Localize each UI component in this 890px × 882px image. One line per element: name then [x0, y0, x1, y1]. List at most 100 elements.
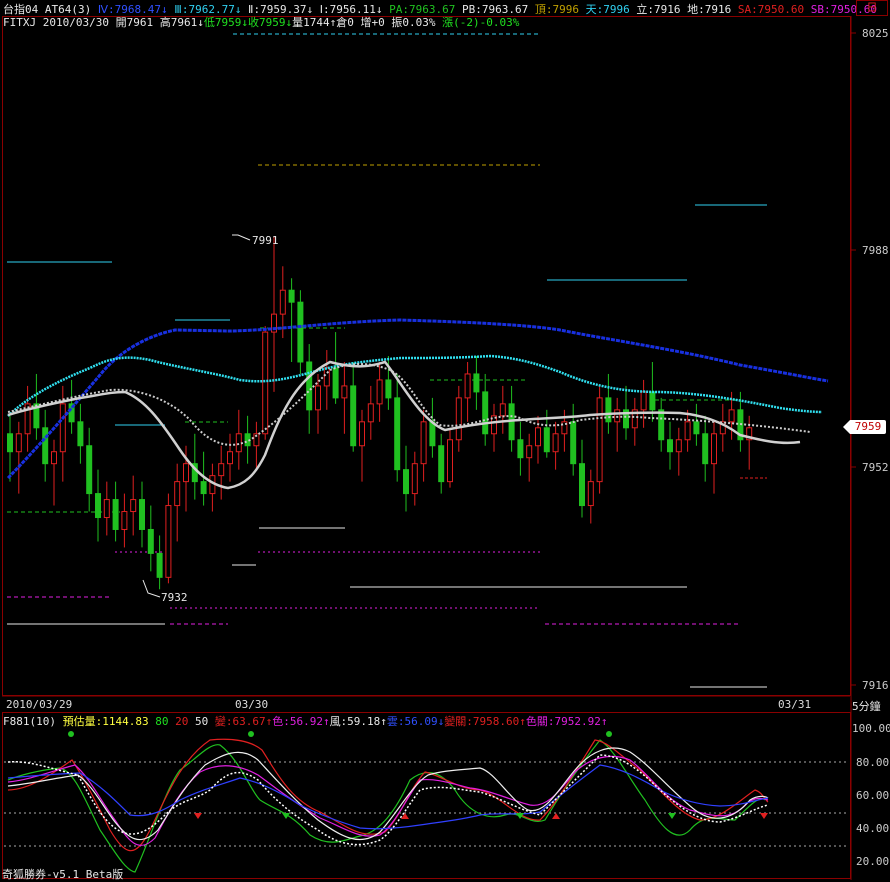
candle-body [15, 433, 22, 453]
indicator-header-segment: 20 [175, 715, 195, 728]
header-row-2-segment: 開7961 [115, 16, 160, 29]
candle-body [675, 439, 682, 453]
candle-body [183, 463, 189, 483]
candle-body [359, 421, 365, 447]
indicator-axis-label: 40.00 [856, 822, 890, 835]
candle-body [570, 421, 577, 465]
candle-body [341, 385, 348, 399]
indicator-axis-label: 100.00 [852, 722, 890, 735]
header-row-1-segment: 立:7916 [629, 3, 681, 16]
indicator-panel-frame [2, 712, 851, 879]
price-axis-label: 7916 [862, 679, 889, 692]
candle-body [103, 499, 110, 519]
candle-body [420, 421, 427, 465]
indicator-header-segment: 色:56.92↑ [272, 715, 330, 728]
indicator-axis-label: 20.00 [856, 855, 890, 868]
candle-body [315, 385, 321, 411]
header-row-2-segment: 量1744↑ [292, 16, 337, 29]
candle-body [200, 481, 207, 495]
candle-body [535, 427, 541, 447]
candle-body [605, 397, 612, 423]
candle-body [139, 499, 145, 530]
candle-body [121, 511, 128, 530]
low-annotation: 7932 [161, 591, 188, 604]
candle-body [147, 528, 154, 554]
candle-body [59, 403, 66, 453]
header-row-2-segment: 收7959↓ [247, 16, 293, 29]
candle-body [596, 397, 603, 483]
candle-body [517, 439, 524, 459]
candle-body [667, 439, 673, 453]
candle-body [455, 397, 462, 441]
candle-body [218, 463, 225, 477]
candle-body [464, 373, 471, 399]
candle-body [262, 331, 269, 435]
candle-body [447, 439, 453, 483]
candle-body [288, 289, 295, 303]
header-row-1-segment: SA:7950.60 [731, 3, 805, 16]
header-row-2-segment: 倉0 [336, 16, 361, 29]
header-row-2-segment: FITXJ 2010/03/30 [3, 16, 116, 29]
candle-body [174, 481, 181, 507]
high-annotation-leader [232, 234, 251, 241]
candle-body [95, 493, 101, 519]
indicator-header-segment: 80 [155, 715, 176, 728]
date-label: 03/30 [235, 698, 269, 711]
candle-body [543, 427, 550, 453]
indicator-header-segment: 變:63.67↑ [214, 715, 273, 728]
date-label: 03/31 [778, 698, 812, 711]
date-label: 2010/03/29 [6, 698, 73, 711]
red-indicator-line [7, 738, 769, 852]
candle-body [306, 361, 313, 411]
candle-body [385, 379, 392, 399]
candle-body [235, 433, 242, 453]
price-axis-label: 7952 [862, 461, 889, 474]
candle-body [640, 391, 647, 411]
price-axis-label: 8025 [862, 27, 889, 40]
candle-body [367, 403, 374, 423]
header-row-2-segment: 低7959↓ [203, 16, 248, 29]
candle-body [7, 433, 13, 453]
period-button[interactable]: 5分鐘 [852, 698, 881, 714]
indicator-header-segment: 變關:7958.60↑ [444, 715, 526, 728]
indicator-header: F881(10) 預估量:1144.83 80 20 50 變:63.67↑色:… [3, 713, 608, 729]
candle-body [130, 499, 137, 513]
low-annotation-leader [142, 579, 161, 598]
indicator-axis-label: 80.00 [856, 756, 890, 769]
indicator-header-segment: 色關:7952.92↑ [525, 715, 608, 728]
candle-body [227, 451, 233, 465]
candle-body [649, 391, 656, 411]
indicator-header-segment: 雲:56.09↓ [386, 715, 445, 728]
ma-cyan-line [7, 354, 823, 417]
candle-body [77, 421, 84, 447]
header-row-1-segment: 天:7996 [579, 3, 630, 16]
blue-indicator-line [7, 764, 769, 830]
header-row-2-segment: 振0.03% [391, 16, 443, 29]
candle-body [499, 403, 506, 417]
indicator-header-segment: 風:59.18↑ [329, 715, 387, 728]
header-row-2: FITXJ 2010/03/30 開7961 高7961↓低7959↓收7959… [3, 14, 519, 30]
header-row-2-segment: 高7961↓ [159, 16, 204, 29]
candle-body [51, 451, 57, 465]
header-row-1-segment: 地:7916 [680, 3, 732, 16]
candle-body [332, 367, 339, 399]
candle-body [165, 505, 172, 578]
candle-body [279, 289, 286, 315]
candle-body [376, 379, 383, 405]
chart-corner-button[interactable]: 日 [856, 0, 888, 16]
price-chart[interactable] [0, 0, 890, 882]
candle-body [411, 463, 418, 495]
indicator-header-segment: F881(10) [3, 715, 63, 728]
candle-body [86, 445, 93, 495]
candle-body [711, 433, 717, 465]
candle-body [112, 499, 119, 530]
candle-body [702, 433, 709, 465]
current-price-tag: 7959 [843, 420, 886, 434]
candle-body [156, 552, 163, 578]
price-panel-frame [2, 16, 851, 696]
candle-body [394, 397, 401, 471]
candle-body [473, 373, 480, 393]
indicator-axis-label: 60.00 [856, 789, 890, 802]
candle-body [587, 481, 594, 507]
candle-body [693, 421, 700, 435]
